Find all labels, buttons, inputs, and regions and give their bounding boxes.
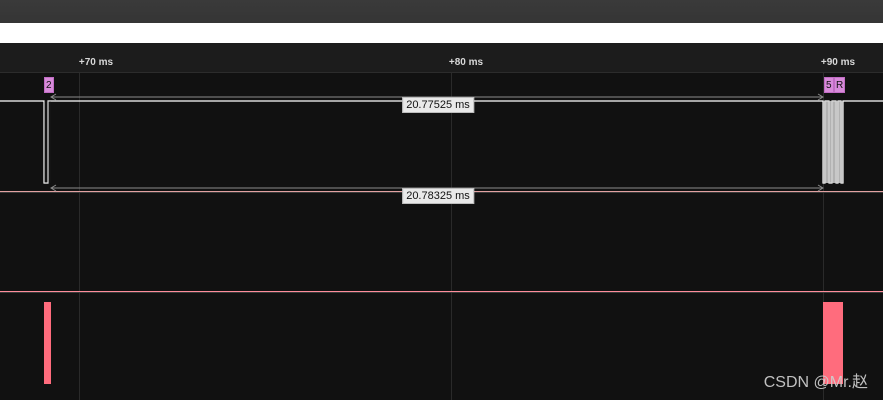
time-ruler[interactable]: +70 ms +80 ms +90 ms bbox=[0, 43, 883, 73]
channel-2-waveform bbox=[44, 302, 843, 384]
channel-0-waveform bbox=[0, 100, 883, 184]
waveform-viewport[interactable]: 2 5 R 20.77525 ms 20.78325 ms CSDN @Mr.赵 bbox=[0, 73, 883, 400]
top-toolbar-strip bbox=[0, 23, 883, 43]
measurement-label-top: 20.77525 ms bbox=[402, 97, 474, 113]
marker-5[interactable]: 5 bbox=[824, 77, 834, 93]
waveform-canvas[interactable] bbox=[0, 73, 883, 400]
measurement-label-bottom: 20.78325 ms bbox=[402, 188, 474, 204]
time-tick-label: +70 ms bbox=[78, 57, 114, 68]
time-tick-label: +80 ms bbox=[448, 57, 484, 68]
logic-analyzer-window: +70 ms +80 ms +90 ms 2 5 R 20.77525 ms 2… bbox=[0, 0, 883, 400]
marker-2[interactable]: 2 bbox=[44, 77, 54, 93]
window-titlebar bbox=[0, 0, 883, 23]
watermark-text: CSDN @Mr.赵 bbox=[763, 374, 868, 391]
time-tick-label: +90 ms bbox=[820, 57, 856, 68]
marker-r[interactable]: R bbox=[834, 77, 846, 93]
